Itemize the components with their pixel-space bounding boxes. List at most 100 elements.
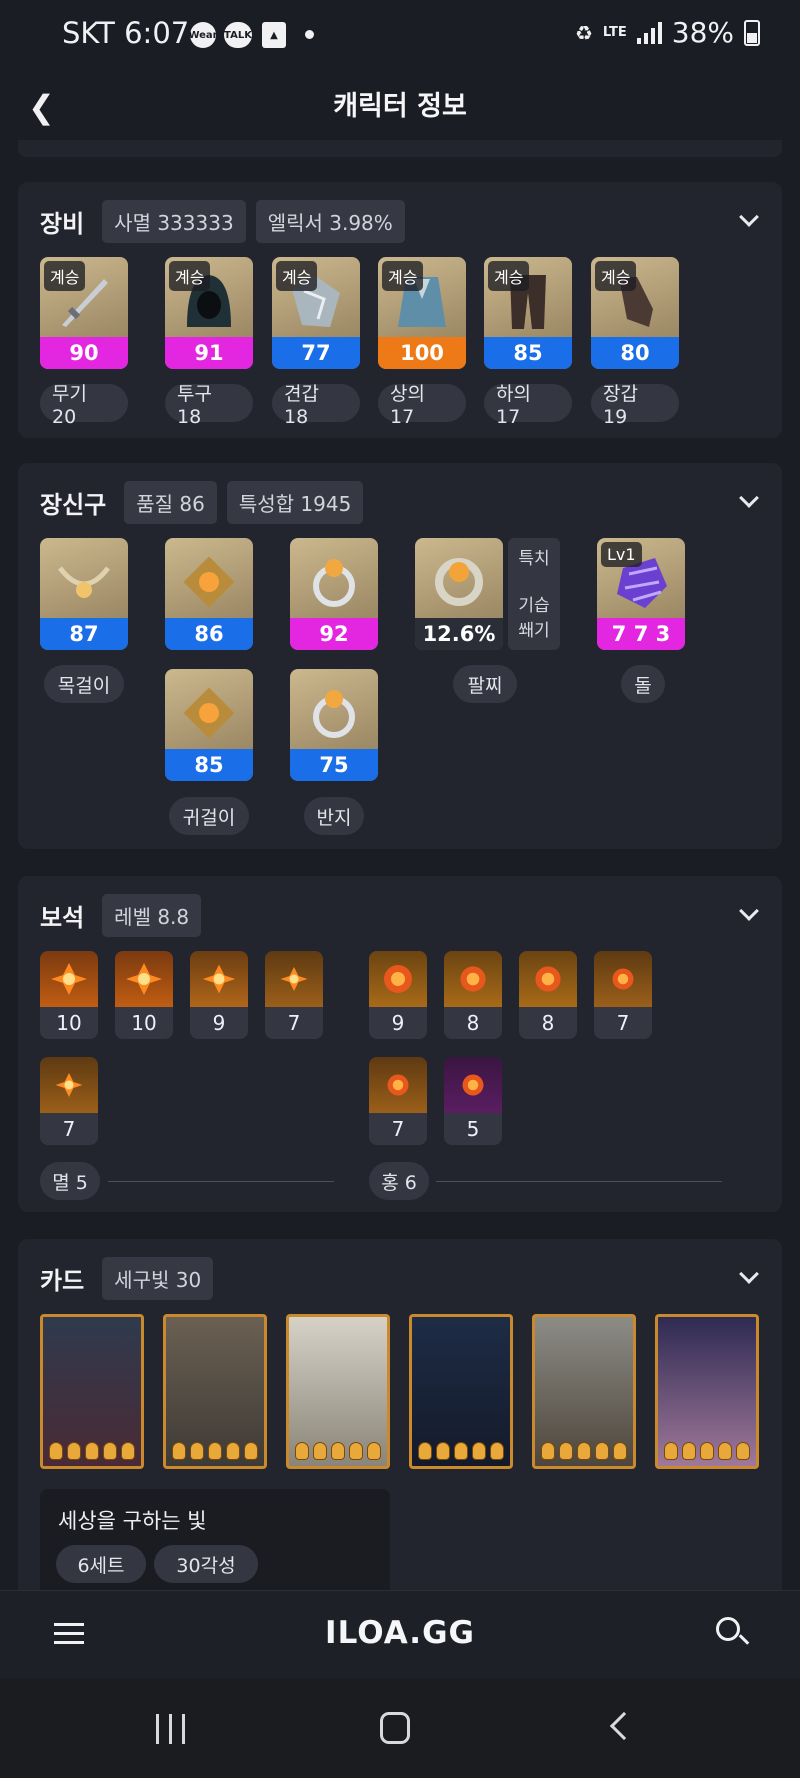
accessory-label: 팔찌 [453, 665, 517, 703]
notification-dot [305, 30, 314, 39]
divider [108, 1181, 334, 1182]
gem-item[interactable]: 10 [115, 951, 173, 1039]
pill-badge: 사멸 333333 [102, 200, 246, 243]
wear-icon: Wear [188, 22, 218, 48]
accessory-label: 반지 [304, 797, 364, 835]
equipment-item-weapon[interactable]: 계승 90 [40, 257, 128, 369]
page-title: 캐릭터 정보 [333, 91, 467, 122]
card-set-tag: 30각성 [154, 1545, 258, 1583]
card-set-box: 세상을 구하는 빛 6세트 30각성 [40, 1489, 390, 1599]
equipment-item-helmet[interactable]: 계승 91 [165, 257, 253, 369]
pill-badge: 특성합 1945 [226, 481, 364, 524]
equipment-label: 상의 17 [378, 383, 466, 428]
gem-item[interactable]: 7 [265, 951, 323, 1039]
bracelet-icon [435, 558, 483, 606]
contact-icon: ▲ [262, 22, 286, 48]
equipment-item-pants[interactable]: 계승 85 [484, 257, 572, 369]
awakening-gems [172, 1442, 258, 1460]
gem-icon [612, 968, 634, 990]
pill-badge: 레벨 8.8 [102, 894, 202, 937]
gem-item[interactable]: 7 [40, 1057, 98, 1145]
card-item[interactable] [655, 1314, 759, 1469]
previous-section-card [18, 140, 782, 157]
gem-item[interactable]: 10 [40, 951, 98, 1039]
awakening-gems [541, 1442, 627, 1460]
gem-item[interactable]: 9 [190, 951, 248, 1039]
accessory-label: 돌 [621, 665, 665, 703]
app-logo[interactable]: ILOA.GG [0, 1615, 800, 1651]
status-time: SKT 6:07 [62, 16, 190, 50]
earring-item[interactable]: 85 [165, 669, 253, 781]
pill-badge: 품질 86 [124, 481, 217, 524]
chevron-down-icon[interactable] [739, 207, 759, 227]
necklace-icon [58, 566, 110, 598]
awakening-gems [418, 1442, 504, 1460]
pill-badge: 세구빛 30 [102, 1257, 214, 1300]
gem-icon [202, 964, 236, 994]
accessory-label: 귀걸이 [169, 797, 249, 835]
ring-item[interactable]: 75 [290, 669, 378, 781]
earring-icon [183, 687, 235, 739]
card-item[interactable] [163, 1314, 267, 1469]
card-set-tag: 6세트 [56, 1545, 146, 1583]
gem-icon [460, 966, 486, 992]
awakening-gems [295, 1442, 381, 1460]
home-button[interactable] [380, 1712, 410, 1744]
ring-item[interactable]: 92 [290, 538, 378, 650]
chevron-down-icon[interactable] [739, 488, 759, 508]
equipment-item-top[interactable]: 계승 100 [378, 257, 466, 369]
equipment-item-shoulder[interactable]: 계승 77 [272, 257, 360, 369]
accessories-section: 장신구 품질 86 특성합 1945 87 86 92 12.6% 특치 기습 … [18, 463, 782, 849]
divider [436, 1181, 722, 1182]
gem-icon [55, 1073, 83, 1097]
gem-group-label: 멸 5 [40, 1162, 100, 1200]
equipment-label: 투구 18 [165, 383, 253, 428]
gem-icon [462, 1074, 484, 1096]
talk-icon: TALK [224, 22, 252, 48]
bracelet-item[interactable]: 12.6% [415, 538, 503, 650]
gem-item[interactable]: 8 [444, 951, 502, 1039]
chevron-down-icon[interactable] [739, 901, 759, 921]
status-bar: SKT 6:07 Wear TALK ▲ ♻ LTE 38% [0, 0, 800, 70]
section-title: 보석 [40, 904, 85, 932]
app-header: ❮ 캐릭터 정보 [0, 70, 800, 140]
system-navigation [0, 1678, 800, 1778]
equipment-label: 견갑 18 [272, 383, 360, 428]
card-item[interactable] [40, 1314, 144, 1469]
gem-group-label: 홍 6 [369, 1162, 429, 1200]
card-set-name: 세상을 구하는 빛 [58, 1509, 207, 1533]
card-item[interactable] [409, 1314, 513, 1469]
gems-section: 보석 레벨 8.8 10 10 9 7 7 9 8 8 7 7 5 멸 5 홍 … [18, 876, 782, 1212]
bottom-navigation: ILOA.GG [0, 1590, 800, 1678]
gem-item[interactable]: 5 [444, 1057, 502, 1145]
pill-badge: 엘릭서 3.98% [255, 200, 405, 243]
signal-icon [636, 21, 662, 44]
card-item[interactable] [286, 1314, 390, 1469]
gem-icon [51, 963, 87, 995]
cards-section: 카드 세구빛 30 세상을 구하는 빛 6세트 30각성 [18, 1239, 782, 1599]
equipment-label: 장갑 19 [591, 383, 679, 428]
gem-item[interactable]: 8 [519, 951, 577, 1039]
section-title: 장신구 [40, 491, 107, 519]
gem-item[interactable]: 7 [594, 951, 652, 1039]
gem-icon [126, 963, 162, 995]
section-title: 카드 [40, 1267, 85, 1295]
system-back-button[interactable] [609, 1711, 639, 1741]
bracelet-stats: 특치 기습 쐐기 [508, 538, 560, 650]
card-item[interactable] [532, 1314, 636, 1469]
equipment-label: 무기 20 [40, 383, 128, 428]
gem-item[interactable]: 9 [369, 951, 427, 1039]
search-icon[interactable] [716, 1617, 740, 1641]
accessory-label: 목걸이 [44, 665, 124, 703]
equipment-item-gloves[interactable]: 계승 80 [591, 257, 679, 369]
necklace-item[interactable]: 87 [40, 538, 128, 650]
gem-icon [535, 966, 561, 992]
awakening-gems [49, 1442, 135, 1460]
recent-apps-button[interactable] [156, 1714, 185, 1744]
gem-item[interactable]: 7 [369, 1057, 427, 1145]
gem-icon [387, 1074, 409, 1096]
chevron-down-icon[interactable] [739, 1264, 759, 1284]
earring-item[interactable]: 86 [165, 538, 253, 650]
stone-item[interactable]: Lv1 7 7 3 [597, 538, 685, 650]
gem-icon [280, 967, 308, 991]
